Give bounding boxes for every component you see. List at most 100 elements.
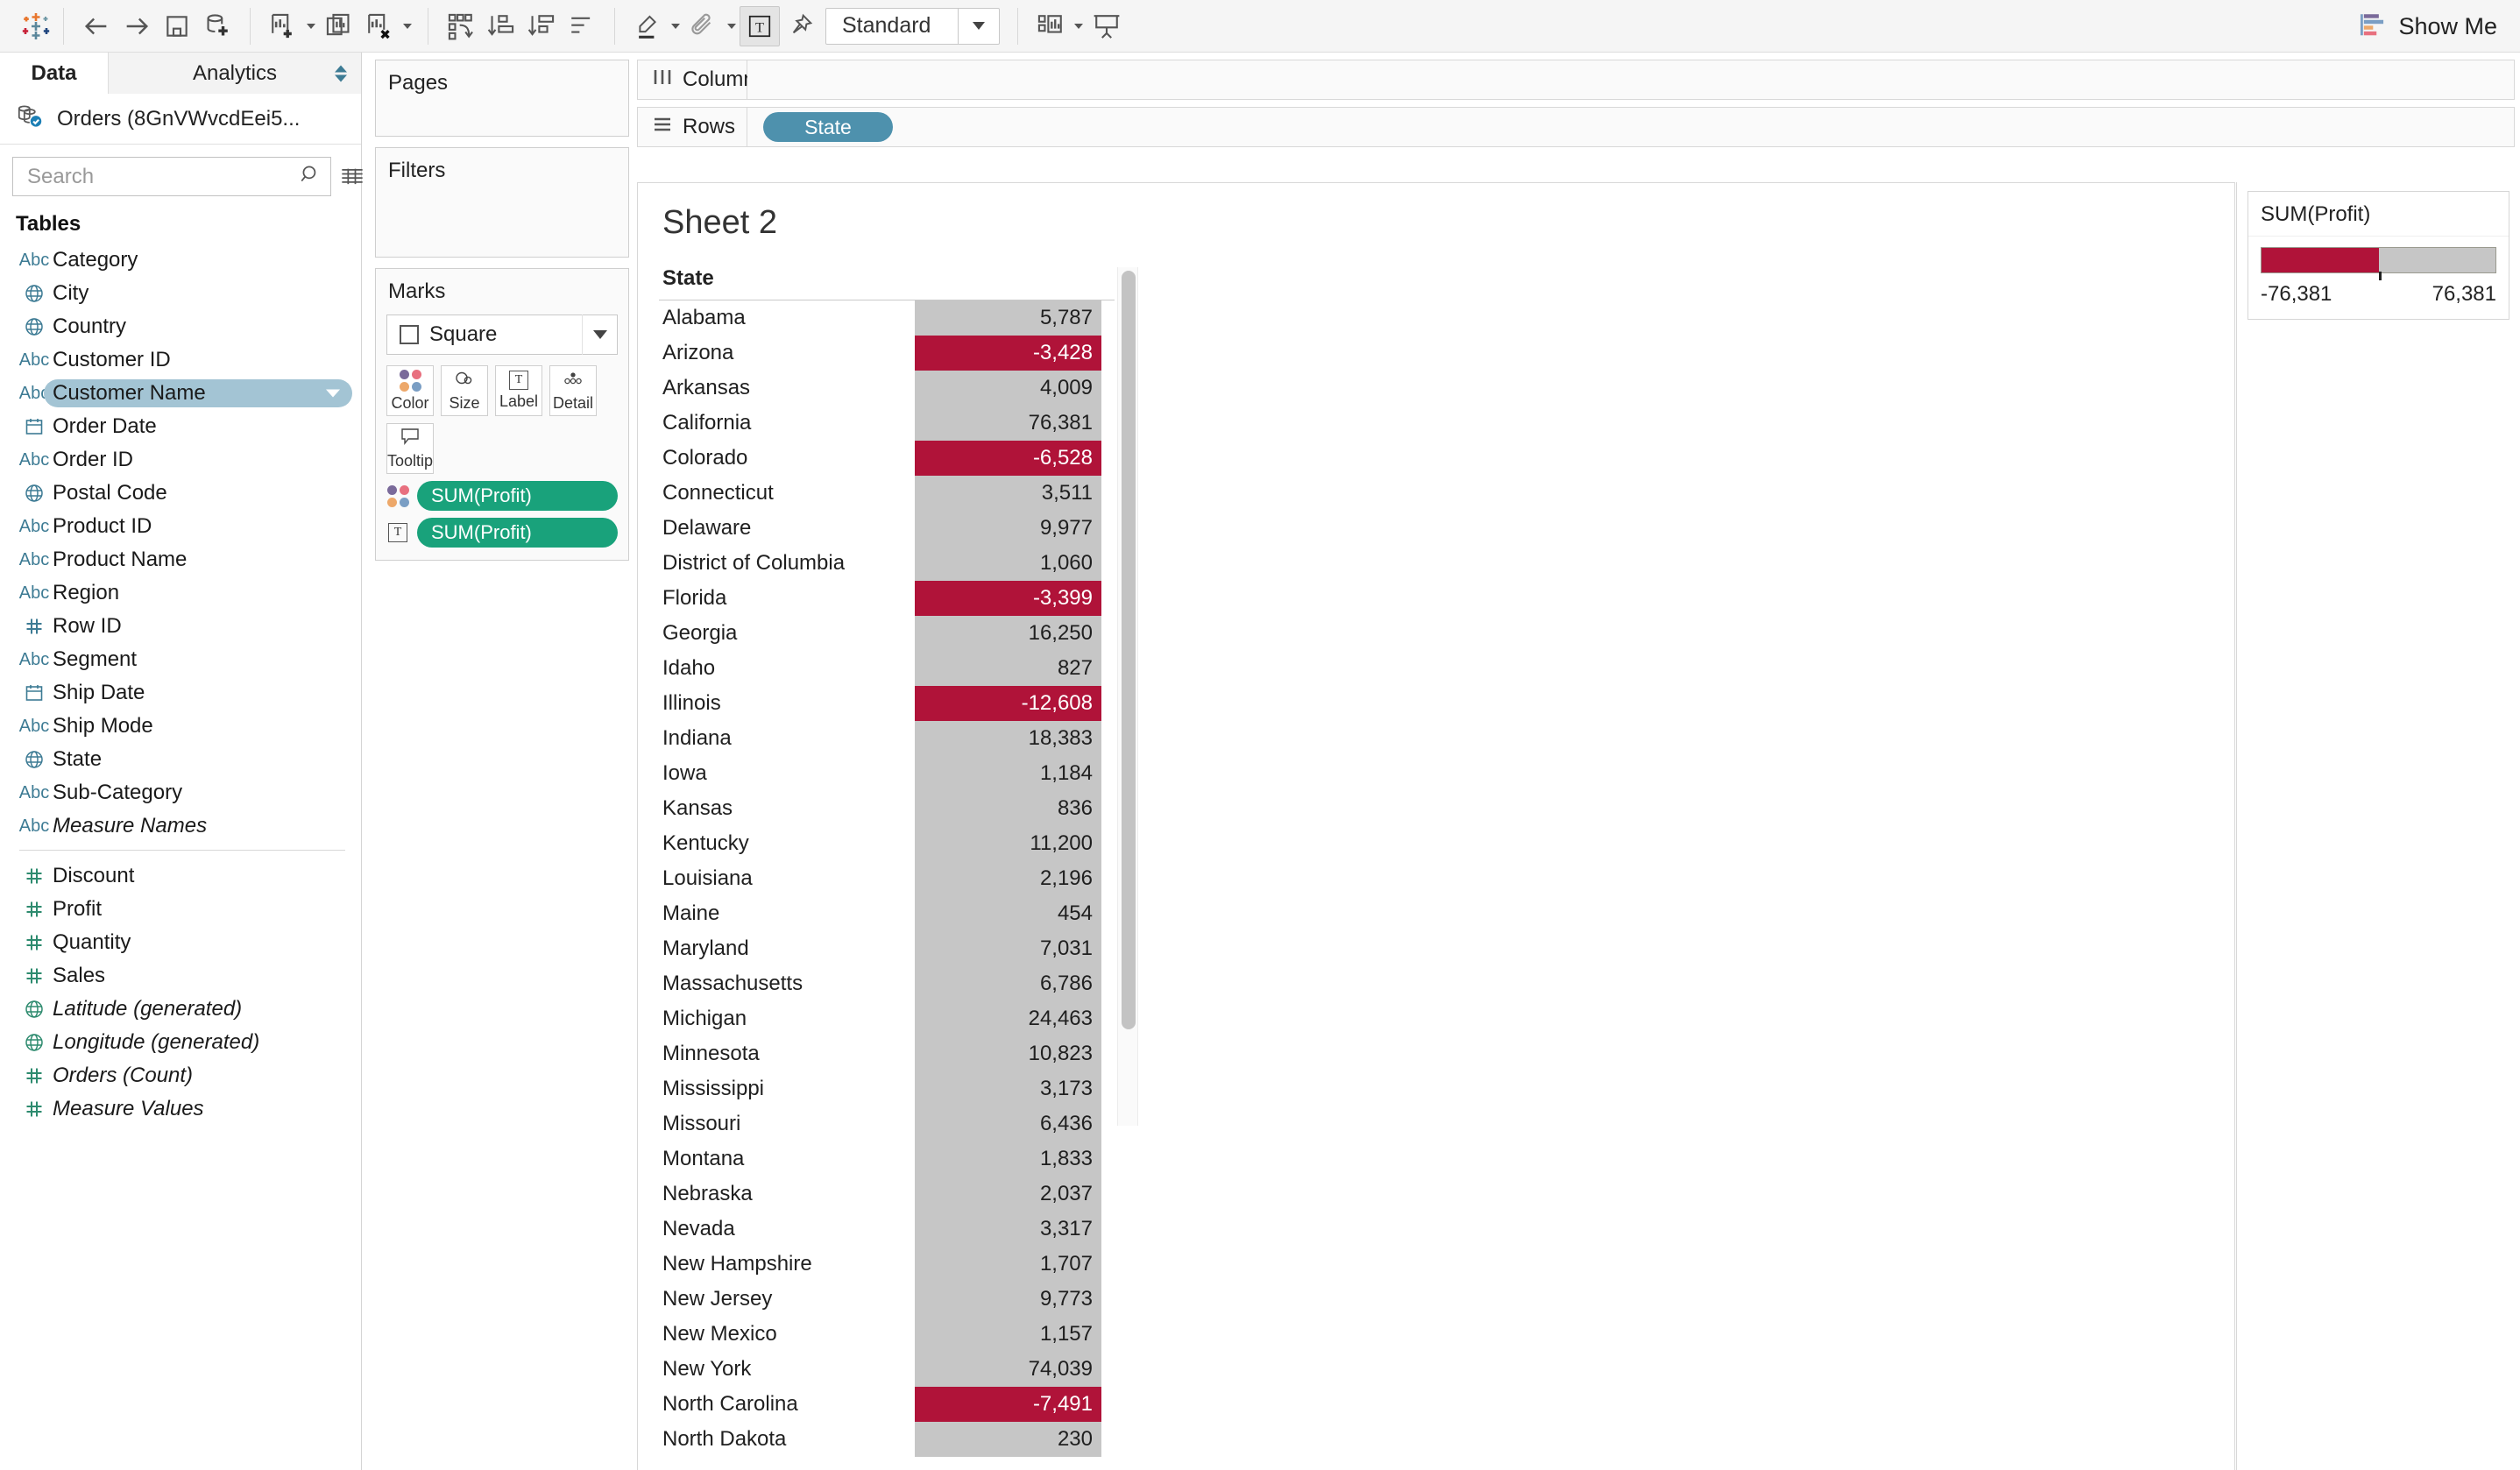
table-row[interactable]: Indiana 18,383 <box>659 721 2234 756</box>
mark-cell-profit[interactable]: 3,511 <box>915 476 1101 511</box>
field-measure-values[interactable]: Measure Values <box>0 1092 361 1126</box>
field-state[interactable]: State <box>0 743 361 776</box>
mark-cell-profit[interactable]: 76,381 <box>915 406 1101 441</box>
field-product-name[interactable]: Abc Product Name <box>0 543 361 576</box>
mark-cell-profit[interactable]: 2,037 <box>915 1177 1101 1212</box>
duplicate-sheet-button[interactable] <box>319 6 359 46</box>
pushpin-icon[interactable] <box>780 6 820 46</box>
field-customer-name[interactable]: Abc Customer Name <box>0 377 361 410</box>
table-row[interactable]: Mississippi 3,173 <box>659 1071 2234 1106</box>
datasource-row[interactable]: Orders (8GnVWvcdEei5... <box>0 94 361 145</box>
mark-cell-profit[interactable]: 3,317 <box>915 1212 1101 1247</box>
field-customer-id[interactable]: Abc Customer ID <box>0 343 361 377</box>
swap-icon[interactable] <box>441 6 481 46</box>
mark-cell-profit[interactable]: 18,383 <box>915 721 1101 756</box>
field-measure-names[interactable]: Abc Measure Names <box>0 809 361 843</box>
table-row[interactable]: New Hampshire 1,707 <box>659 1247 2234 1282</box>
rows-drop-area[interactable]: State <box>747 107 2515 147</box>
fit-selector[interactable]: Standard <box>825 7 1000 45</box>
mark-cell-profit[interactable]: -6,528 <box>915 441 1101 476</box>
field-latitude-generated[interactable]: Latitude (generated) <box>0 993 361 1026</box>
field-order-date[interactable]: Order Date <box>0 410 361 443</box>
mark-cell-profit[interactable]: 1,707 <box>915 1247 1101 1282</box>
highlighter-icon[interactable] <box>627 6 668 46</box>
field-category[interactable]: Abc Category <box>0 244 361 277</box>
field-row-id[interactable]: Row ID <box>0 610 361 643</box>
field-discount[interactable]: Discount <box>0 859 361 893</box>
mark-cell-profit[interactable]: 230 <box>915 1422 1101 1457</box>
color-legend-card[interactable]: SUM(Profit) -76,381 76,381 <box>2247 191 2509 320</box>
fit-caret-icon[interactable] <box>959 22 999 30</box>
table-row[interactable]: Missouri 6,436 <box>659 1106 2234 1141</box>
new-worksheet-button[interactable] <box>263 6 303 46</box>
table-row[interactable]: Montana 1,833 <box>659 1141 2234 1177</box>
mark-cell-profit[interactable]: 9,977 <box>915 511 1101 546</box>
mark-cell-profit[interactable]: -12,608 <box>915 686 1101 721</box>
paperclip-icon[interactable] <box>683 6 724 46</box>
field-profit[interactable]: Profit <box>0 893 361 926</box>
mark-cell-profit[interactable]: 7,031 <box>915 931 1101 966</box>
table-row[interactable]: Maine 454 <box>659 896 2234 931</box>
mark-cell-profit[interactable]: 11,200 <box>915 826 1101 861</box>
mark-cell-profit[interactable]: 1,833 <box>915 1141 1101 1177</box>
field-orders-count[interactable]: Orders (Count) <box>0 1059 361 1092</box>
save-button[interactable] <box>157 6 197 46</box>
table-row[interactable]: Kentucky 11,200 <box>659 826 2234 861</box>
table-row[interactable]: New York 74,039 <box>659 1352 2234 1387</box>
mark-cell-profit[interactable]: 5,787 <box>915 300 1101 336</box>
new-worksheet-caret[interactable] <box>303 6 319 46</box>
show-me-button[interactable]: Show Me <box>2357 0 2497 53</box>
mark-cell-profit[interactable]: 6,436 <box>915 1106 1101 1141</box>
field-segment[interactable]: Abc Segment <box>0 643 361 676</box>
label-shelf-button[interactable]: T Label <box>495 365 542 416</box>
mark-cell-profit[interactable]: 3,173 <box>915 1071 1101 1106</box>
filters-card[interactable]: Filters <box>375 147 629 258</box>
table-row[interactable]: Arkansas 4,009 <box>659 371 2234 406</box>
mark-cell-profit[interactable]: 1,060 <box>915 546 1101 581</box>
table-row[interactable]: New Mexico 1,157 <box>659 1317 2234 1352</box>
field-menu-caret-icon[interactable] <box>326 389 340 398</box>
field-city[interactable]: City <box>0 277 361 310</box>
legend-gradient-bar[interactable] <box>2261 247 2496 280</box>
scrollbar-thumb[interactable] <box>1122 271 1136 1029</box>
mark-cell-profit[interactable]: -3,399 <box>915 581 1101 616</box>
table-row[interactable]: District of Columbia 1,060 <box>659 546 2234 581</box>
field-country[interactable]: Country <box>0 310 361 343</box>
vertical-scrollbar[interactable] <box>1117 267 1138 1126</box>
detail-shelf-button[interactable]: Detail <box>549 365 597 416</box>
paperclip-caret[interactable] <box>724 6 740 46</box>
search-box[interactable] <box>12 157 331 196</box>
tab-analytics[interactable]: Analytics <box>108 53 361 94</box>
table-row[interactable]: Nevada 3,317 <box>659 1212 2234 1247</box>
mark-cell-profit[interactable]: 6,786 <box>915 966 1101 1001</box>
field-region[interactable]: Abc Region <box>0 576 361 610</box>
table-row[interactable]: Michigan 24,463 <box>659 1001 2234 1036</box>
sort-desc-icon[interactable] <box>521 6 562 46</box>
table-row[interactable]: Maryland 7,031 <box>659 931 2234 966</box>
table-row[interactable]: Iowa 1,184 <box>659 756 2234 791</box>
color-shelf-button[interactable]: Color <box>386 365 434 416</box>
table-row[interactable]: Kansas 836 <box>659 791 2234 826</box>
table-row[interactable]: Illinois -12,608 <box>659 686 2234 721</box>
table-row[interactable]: Louisiana 2,196 <box>659 861 2234 896</box>
mark-type-selector[interactable]: Square <box>386 314 618 355</box>
table-row[interactable]: Colorado -6,528 <box>659 441 2234 476</box>
new-data-source-button[interactable] <box>197 6 237 46</box>
forward-button[interactable] <box>117 6 157 46</box>
table-row[interactable]: Alabama 5,787 <box>659 300 2234 336</box>
field-postal-code[interactable]: Postal Code <box>0 477 361 510</box>
text-label-icon[interactable]: T <box>740 5 780 46</box>
mark-pill-label[interactable]: SUM(Profit) <box>417 518 618 548</box>
table-row[interactable]: California 76,381 <box>659 406 2234 441</box>
mark-cell-profit[interactable]: 1,157 <box>915 1317 1101 1352</box>
field-longitude-generated[interactable]: Longitude (generated) <box>0 1026 361 1059</box>
mark-cell-profit[interactable]: 9,773 <box>915 1282 1101 1317</box>
tab-data[interactable]: Data <box>0 53 108 94</box>
presentation-icon[interactable] <box>1087 6 1127 46</box>
field-order-id[interactable]: Abc Order ID <box>0 443 361 477</box>
back-button[interactable] <box>76 6 117 46</box>
mark-cell-profit[interactable]: 836 <box>915 791 1101 826</box>
table-row[interactable]: Delaware 9,977 <box>659 511 2234 546</box>
mark-type-caret-icon[interactable] <box>582 314 617 355</box>
sort-clear-icon[interactable] <box>562 6 602 46</box>
